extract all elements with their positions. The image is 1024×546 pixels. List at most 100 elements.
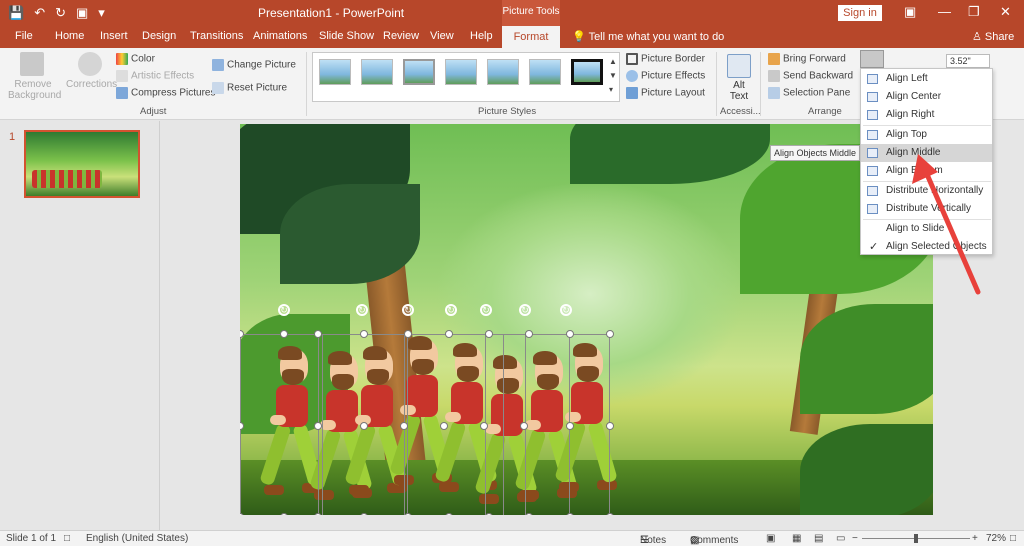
- start-from-beginning-icon[interactable]: ▣: [76, 4, 88, 22]
- tab-transitions[interactable]: Transitions: [190, 30, 243, 42]
- gallery-scroll-icons[interactable]: ▲ ▼ ▾: [609, 55, 617, 97]
- reading-view-icon[interactable]: ▤: [814, 533, 823, 544]
- resize-handle[interactable]: [280, 330, 288, 338]
- zoom-slider-thumb[interactable]: [914, 534, 918, 543]
- rotate-handle-icon[interactable]: ↻: [480, 304, 492, 316]
- customize-qat-icon[interactable]: ▾: [98, 4, 105, 22]
- menu-item-align-right[interactable]: Align Right: [861, 106, 992, 124]
- resize-handle[interactable]: [400, 422, 408, 430]
- redo-icon[interactable]: ↻: [55, 4, 66, 22]
- undo-icon[interactable]: ↶: [34, 4, 45, 22]
- tab-slide-show[interactable]: Slide Show: [319, 30, 374, 42]
- resize-handle[interactable]: [445, 330, 453, 338]
- resize-handle[interactable]: [360, 330, 368, 338]
- rotate-handle-icon[interactable]: ↻: [519, 304, 531, 316]
- share-button[interactable]: ♙ Share: [972, 30, 1014, 43]
- picture-styles-group-label: Picture Styles: [478, 106, 537, 117]
- remove-background-button[interactable]: Remove Background: [8, 79, 61, 101]
- picture-style-thumb[interactable]: [403, 59, 435, 85]
- picture-style-thumb[interactable]: [529, 59, 561, 85]
- resize-handle[interactable]: [566, 330, 574, 338]
- slide-show-icon[interactable]: ▭: [836, 533, 845, 544]
- artistic-effects-button[interactable]: Artistic Effects: [116, 70, 194, 82]
- resize-handle[interactable]: [404, 513, 412, 515]
- menu-item-align-left[interactable]: Align Left: [861, 70, 992, 88]
- tab-view[interactable]: View: [430, 30, 454, 42]
- language-status[interactable]: English (United States): [86, 533, 188, 544]
- resize-handle[interactable]: [525, 330, 533, 338]
- resize-handle[interactable]: [480, 422, 488, 430]
- resize-handle[interactable]: [404, 330, 412, 338]
- fit-slide-icon[interactable]: □: [1010, 533, 1016, 544]
- normal-view-icon[interactable]: ▣: [766, 533, 775, 544]
- resize-handle[interactable]: [566, 513, 574, 515]
- resize-handle[interactable]: [445, 513, 453, 515]
- rotate-handle-icon[interactable]: ↻: [560, 304, 572, 316]
- maximize-icon[interactable]: ❐: [968, 4, 980, 20]
- resize-handle[interactable]: [314, 330, 322, 338]
- color-button[interactable]: Color: [116, 53, 155, 65]
- picture-style-thumb[interactable]: [487, 59, 519, 85]
- rotate-handle-icon[interactable]: ↻: [278, 304, 290, 316]
- ribbon-display-options-icon[interactable]: ▣: [904, 4, 916, 20]
- compress-pictures-button[interactable]: Compress Pictures: [116, 87, 215, 99]
- resize-handle[interactable]: [360, 513, 368, 515]
- tell-me-search[interactable]: 💡 Tell me what you want to do: [572, 30, 724, 43]
- tab-review[interactable]: Review: [383, 30, 419, 42]
- rotate-handle-icon[interactable]: ↻: [402, 304, 414, 316]
- spell-check-icon[interactable]: □: [64, 533, 70, 544]
- tab-home[interactable]: Home: [55, 30, 84, 42]
- resize-handle[interactable]: [520, 422, 528, 430]
- minimize-icon[interactable]: —: [938, 4, 951, 19]
- resize-handle[interactable]: [485, 330, 493, 338]
- picture-style-thumb[interactable]: [571, 59, 603, 85]
- slide-sorter-icon[interactable]: ▦: [792, 533, 801, 544]
- picture-style-thumb[interactable]: [361, 59, 393, 85]
- zoom-level[interactable]: 72%: [986, 533, 1006, 544]
- resize-handle[interactable]: [440, 422, 448, 430]
- bring-forward-icon: [768, 53, 780, 65]
- picture-effects-button[interactable]: Picture Effects: [626, 70, 705, 82]
- resize-handle[interactable]: [606, 330, 614, 338]
- tab-animations[interactable]: Animations: [253, 30, 307, 42]
- tab-file[interactable]: File: [15, 30, 33, 42]
- menu-item-align-center[interactable]: Align Center: [861, 88, 992, 106]
- corrections-button[interactable]: Corrections: [66, 79, 117, 90]
- change-picture-button[interactable]: Change Picture: [212, 59, 296, 71]
- sign-in-button[interactable]: Sign in: [838, 5, 882, 21]
- resize-handle[interactable]: [485, 513, 493, 515]
- resize-handle[interactable]: [566, 422, 574, 430]
- resize-handle[interactable]: [360, 422, 368, 430]
- zoom-in-icon[interactable]: +: [972, 533, 978, 544]
- menu-item-align-top[interactable]: Align Top: [861, 126, 992, 144]
- resize-handle[interactable]: [314, 513, 322, 515]
- picture-style-thumb[interactable]: [445, 59, 477, 85]
- tab-design[interactable]: Design: [142, 30, 176, 42]
- picture-layout-button[interactable]: Picture Layout: [626, 87, 705, 99]
- send-backward-button[interactable]: Send Backward: [768, 70, 853, 82]
- tab-format[interactable]: Format: [502, 26, 560, 48]
- resize-handle[interactable]: [280, 513, 288, 515]
- shape-height-input[interactable]: 3.52": [946, 54, 990, 68]
- tab-insert[interactable]: Insert: [100, 30, 128, 42]
- rotate-handle-icon[interactable]: ↻: [356, 304, 368, 316]
- group-separator: [760, 52, 761, 116]
- zoom-out-icon[interactable]: −: [852, 533, 858, 544]
- resize-handle[interactable]: [606, 422, 614, 430]
- slide-canvas[interactable]: ↻ ↻ ↻ ↻ ↻ ↻ ↻: [240, 124, 933, 515]
- close-icon[interactable]: ✕: [1000, 4, 1011, 20]
- bring-forward-button[interactable]: Bring Forward: [768, 53, 846, 65]
- slide-thumbnail[interactable]: [24, 130, 140, 198]
- reset-picture-button[interactable]: Reset Picture: [212, 82, 287, 94]
- picture-style-thumb[interactable]: [319, 59, 351, 85]
- resize-handle[interactable]: [314, 422, 322, 430]
- tab-help[interactable]: Help: [470, 30, 493, 42]
- alt-text-button[interactable]: Alt Text: [724, 80, 754, 102]
- save-icon[interactable]: 💾: [8, 4, 24, 22]
- rotate-handle-icon[interactable]: ↻: [445, 304, 457, 316]
- resize-handle[interactable]: [606, 513, 614, 515]
- picture-border-button[interactable]: Picture Border: [626, 53, 705, 65]
- align-dropdown-button[interactable]: [860, 50, 884, 68]
- resize-handle[interactable]: [525, 513, 533, 515]
- selection-pane-button[interactable]: Selection Pane: [768, 87, 850, 99]
